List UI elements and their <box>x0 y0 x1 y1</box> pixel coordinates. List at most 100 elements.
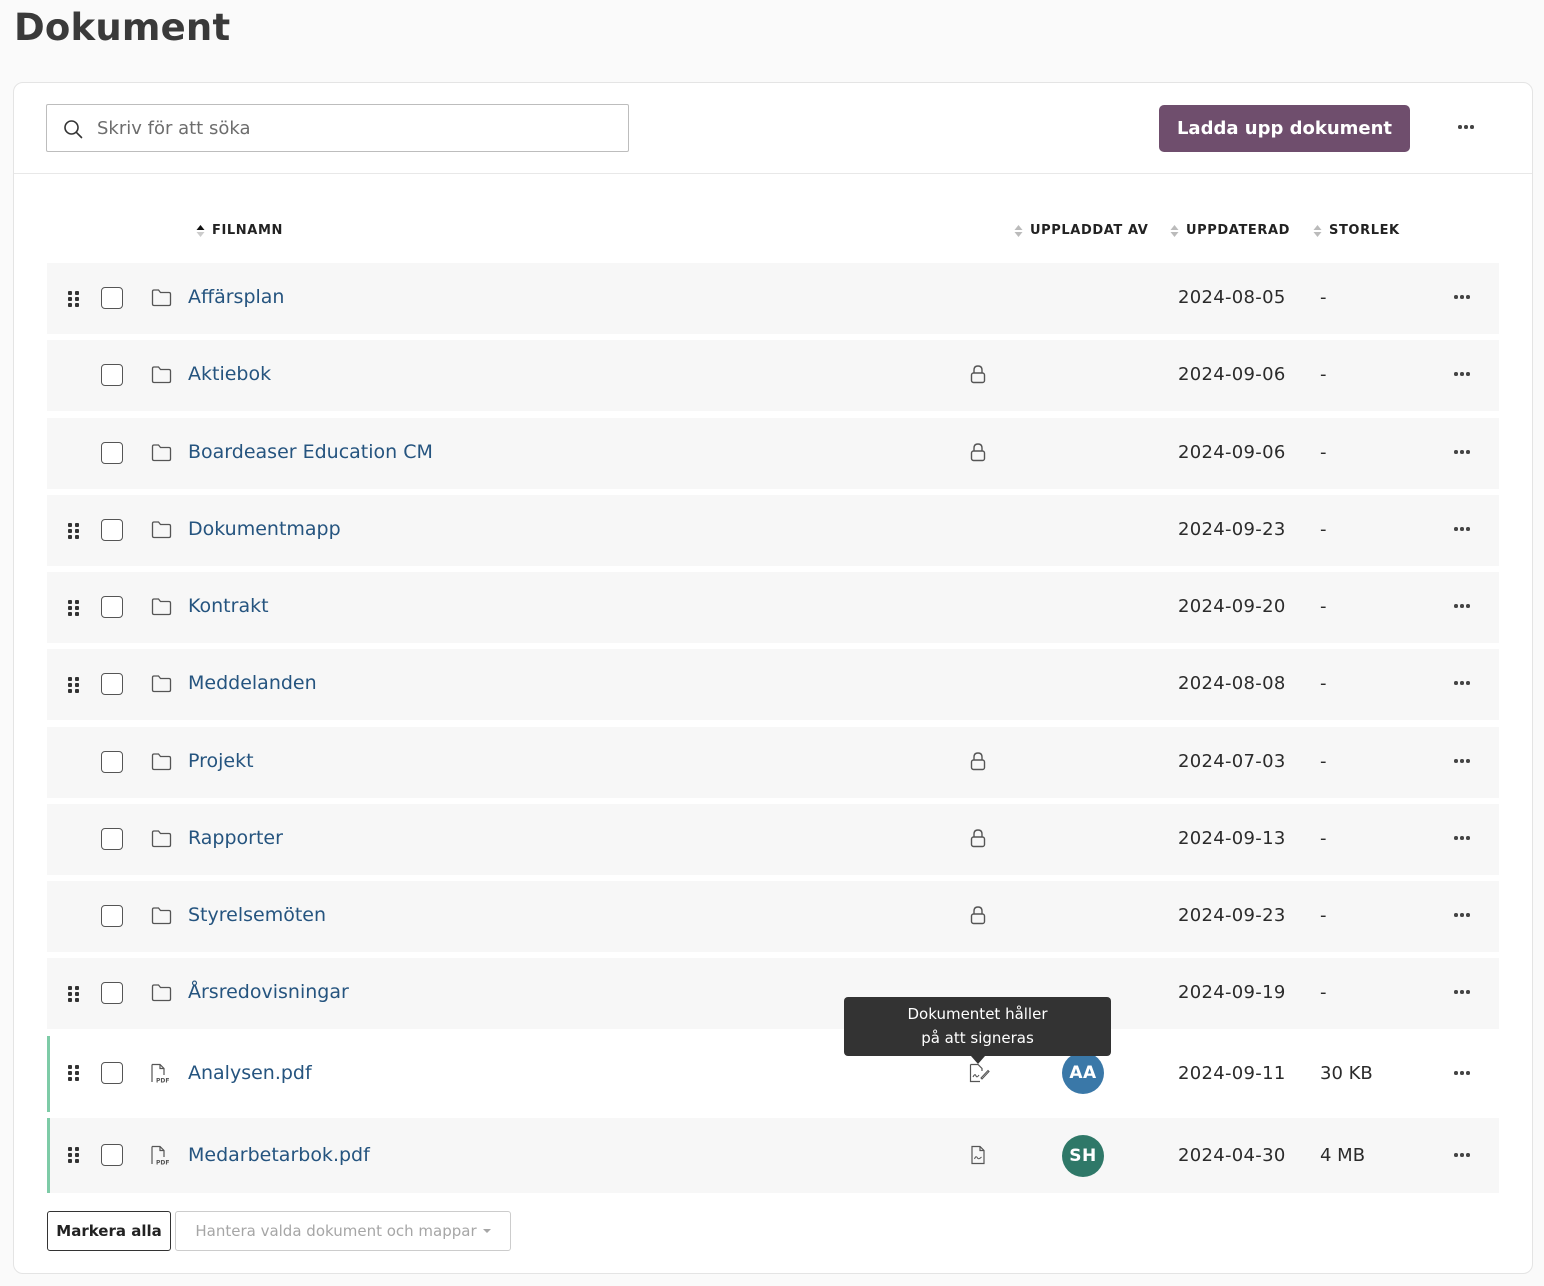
updated-date: 2024-09-13 <box>1178 828 1286 849</box>
more-icon <box>1454 527 1470 531</box>
list-item[interactable]: Dokumentmapp 2024-09-23 - <box>47 495 1499 566</box>
file-size: - <box>1320 442 1327 463</box>
upload-document-button[interactable]: Ladda upp dokument <box>1159 105 1410 152</box>
avatar[interactable]: SH <box>1062 1135 1104 1177</box>
lock-icon <box>969 905 987 925</box>
row-more-button[interactable] <box>1449 1065 1475 1081</box>
pdf-file-icon: PDF <box>149 1145 170 1167</box>
signing-icon[interactable] <box>968 1063 990 1083</box>
folder-icon <box>151 983 172 1002</box>
manage-selected-dropdown[interactable]: Hantera valda dokument och mappar <box>175 1211 511 1251</box>
row-checkbox[interactable] <box>101 1062 123 1084</box>
item-name-link[interactable]: Årsredovisningar <box>188 981 349 1003</box>
row-checkbox[interactable] <box>101 751 123 773</box>
item-name-link[interactable]: Kontrakt <box>188 595 269 617</box>
item-name-link[interactable]: Styrelsemöten <box>188 904 326 926</box>
row-more-button[interactable] <box>1449 1147 1475 1163</box>
row-checkbox[interactable] <box>101 1144 123 1166</box>
row-more-button[interactable] <box>1449 289 1475 305</box>
updated-date: 2024-09-11 <box>1178 1063 1286 1084</box>
list-item[interactable]: Årsredovisningar 2024-09-19 - <box>47 958 1499 1029</box>
drag-handle-icon[interactable] <box>68 291 80 307</box>
list-item[interactable]: Aktiebok 2024-09-06 - <box>47 340 1499 411</box>
item-name-link[interactable]: Analysen.pdf <box>188 1062 312 1084</box>
caret-down-icon <box>482 1229 491 1233</box>
more-icon <box>1454 759 1470 763</box>
row-more-button[interactable] <box>1449 753 1475 769</box>
row-checkbox[interactable] <box>101 596 123 618</box>
more-icon <box>1454 604 1470 608</box>
row-more-button[interactable] <box>1449 984 1475 1000</box>
folder-icon <box>151 520 172 539</box>
more-icon <box>1454 372 1470 376</box>
more-icon <box>1458 125 1474 129</box>
file-size: - <box>1320 751 1327 772</box>
item-name-link[interactable]: Meddelanden <box>188 672 317 694</box>
file-size: - <box>1320 364 1327 385</box>
list-item[interactable]: Projekt 2024-07-03 - <box>47 727 1499 798</box>
row-more-button[interactable] <box>1449 675 1475 691</box>
drag-handle-icon[interactable] <box>68 1065 80 1081</box>
drag-handle-icon[interactable] <box>68 600 80 616</box>
item-name-link[interactable]: Medarbetarbok.pdf <box>188 1144 370 1166</box>
more-icon <box>1454 681 1470 685</box>
row-checkbox[interactable] <box>101 287 123 309</box>
list-item[interactable]: Styrelsemöten 2024-09-23 - <box>47 881 1499 952</box>
drag-handle-icon[interactable] <box>68 986 80 1002</box>
row-more-button[interactable] <box>1449 598 1475 614</box>
row-checkbox[interactable] <box>101 442 123 464</box>
list-item[interactable]: Affärsplan 2024-08-05 - <box>47 263 1499 334</box>
list-item[interactable]: Kontrakt 2024-09-20 - <box>47 572 1499 643</box>
avatar[interactable]: AA <box>1062 1052 1104 1094</box>
row-more-button[interactable] <box>1449 907 1475 923</box>
folder-icon <box>151 597 172 616</box>
search-box[interactable] <box>46 104 629 152</box>
column-uploaded-by[interactable]: UPPLADDAT AV <box>1014 223 1148 238</box>
table-header: FILNAMN UPPLADDAT AV UPPDATERAD STORLEK <box>14 218 1532 242</box>
row-more-button[interactable] <box>1449 830 1475 846</box>
folder-icon <box>151 829 172 848</box>
row-more-button[interactable] <box>1449 444 1475 460</box>
documents-card: Ladda upp dokument FILNAMN UPPLADDAT AV … <box>13 82 1533 1274</box>
search-icon <box>64 120 83 139</box>
file-size: - <box>1320 596 1327 617</box>
row-checkbox[interactable] <box>101 828 123 850</box>
column-updated[interactable]: UPPDATERAD <box>1170 223 1290 238</box>
svg-text:PDF: PDF <box>156 1160 169 1167</box>
item-name-link[interactable]: Dokumentmapp <box>188 518 341 540</box>
item-name-link[interactable]: Aktiebok <box>188 363 271 385</box>
drag-handle-icon[interactable] <box>68 677 80 693</box>
list-item[interactable]: PDF Analysen.pdf AA 2024-09-11 30 KB <box>47 1036 1499 1112</box>
list-item[interactable]: Meddelanden 2024-08-08 - <box>47 649 1499 720</box>
list-item[interactable]: PDF Medarbetarbok.pdf SH 2024-04-30 4 MB <box>47 1118 1499 1193</box>
file-size: - <box>1320 519 1327 540</box>
folder-icon <box>151 365 172 384</box>
select-all-button[interactable]: Markera alla <box>47 1211 171 1251</box>
item-name-link[interactable]: Affärsplan <box>188 286 284 308</box>
row-checkbox[interactable] <box>101 982 123 1004</box>
document-icon[interactable] <box>969 1145 987 1165</box>
item-name-link[interactable]: Rapporter <box>188 827 283 849</box>
sort-icon <box>1170 224 1179 237</box>
folder-icon <box>151 443 172 462</box>
updated-date: 2024-09-23 <box>1178 519 1286 540</box>
column-size[interactable]: STORLEK <box>1313 223 1400 238</box>
pdf-file-icon: PDF <box>149 1063 170 1085</box>
drag-handle-icon[interactable] <box>68 523 80 539</box>
item-name-link[interactable]: Projekt <box>188 750 254 772</box>
list-item[interactable]: Rapporter 2024-09-13 - <box>47 804 1499 875</box>
row-more-button[interactable] <box>1449 366 1475 382</box>
more-icon <box>1454 913 1470 917</box>
row-checkbox[interactable] <box>101 519 123 541</box>
row-checkbox[interactable] <box>101 364 123 386</box>
search-input[interactable] <box>97 105 617 151</box>
row-checkbox[interactable] <box>101 673 123 695</box>
column-filename[interactable]: FILNAMN <box>196 223 283 238</box>
more-options-button[interactable] <box>1451 115 1481 139</box>
row-more-button[interactable] <box>1449 521 1475 537</box>
item-name-link[interactable]: Boardeaser Education CM <box>188 441 433 463</box>
row-checkbox[interactable] <box>101 905 123 927</box>
updated-date: 2024-09-06 <box>1178 364 1286 385</box>
drag-handle-icon[interactable] <box>68 1147 80 1163</box>
list-item[interactable]: Boardeaser Education CM 2024-09-06 - <box>47 418 1499 489</box>
